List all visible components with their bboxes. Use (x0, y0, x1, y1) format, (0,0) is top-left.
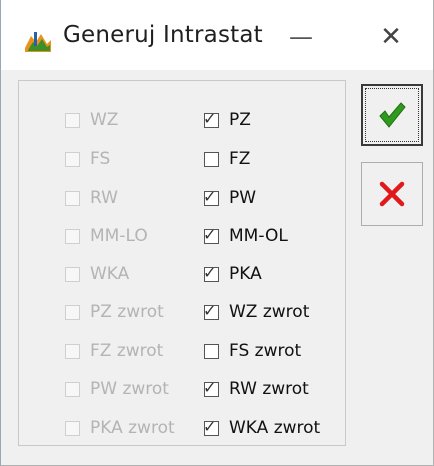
close-button[interactable]: ✕ (371, 22, 411, 52)
check-mark-icon: ✓ (203, 416, 217, 436)
check-mark-icon: ✓ (203, 377, 217, 397)
checkbox-box[interactable] (204, 343, 219, 359)
checkbox-box (65, 151, 80, 167)
minimize-button[interactable]: — (281, 22, 321, 52)
checkbox-label: FZ zwrot (90, 341, 164, 361)
checkbox-box[interactable]: ✓ (203, 187, 219, 206)
checkbox-pw-zwrot: PW zwrot (65, 377, 169, 401)
checkbox-label: FZ (229, 149, 251, 169)
checkbox-pw[interactable]: ✓ PW (203, 186, 257, 210)
checkbox-wka: WKA (65, 262, 129, 286)
checkbox-fz[interactable]: FZ (204, 147, 250, 171)
window-title: Generuj Intrastat (63, 22, 263, 48)
checkbox-label: FS zwrot (229, 341, 302, 361)
checkbox-label: PW (229, 188, 257, 208)
checkbox-label: FS (90, 149, 111, 169)
checkbox-wka-zwrot[interactable]: ✓ WKA zwrot (203, 416, 321, 440)
checkbox-label: RW zwrot (229, 379, 309, 399)
check-mark-icon: ✓ (203, 224, 217, 244)
check-mark-icon: ✓ (203, 262, 217, 282)
cancel-button[interactable] (361, 162, 423, 226)
checkbox-pka-zwrot: PKA zwrot (65, 416, 175, 440)
checkbox-box[interactable]: ✓ (203, 301, 219, 320)
checkbox-box (65, 343, 80, 359)
checkbox-box (65, 112, 80, 128)
checkbox-box[interactable]: ✓ (203, 417, 219, 436)
checkbox-box[interactable] (204, 151, 219, 167)
checkbox-label: PKA (229, 264, 262, 284)
green-checkmark-icon (379, 102, 406, 128)
check-mark-icon: ✓ (203, 108, 217, 128)
checkbox-box[interactable]: ✓ (203, 109, 219, 128)
check-mark-icon: ✓ (203, 300, 217, 320)
checkbox-label: PZ (229, 110, 251, 130)
title-bar[interactable]: Generuj Intrastat — ✕ (1, 0, 433, 70)
app-icon (25, 32, 51, 52)
checkbox-box (65, 190, 80, 206)
checkbox-box[interactable]: ✓ (203, 378, 219, 397)
red-x-icon (379, 181, 405, 207)
checkbox-wz-zwrot[interactable]: ✓ WZ zwrot (203, 300, 310, 324)
checkbox-label: MM-LO (90, 226, 148, 246)
check-mark-icon: ✓ (203, 186, 217, 206)
checkbox-pka[interactable]: ✓ PKA (203, 262, 262, 286)
checkbox-label: WKA (90, 264, 130, 284)
checkbox-box[interactable]: ✓ (203, 225, 219, 244)
checkbox-label: PKA zwrot (90, 418, 175, 438)
checkbox-box (65, 381, 80, 397)
checkbox-pz-zwrot: PZ zwrot (65, 300, 164, 324)
checkbox-box[interactable]: ✓ (203, 263, 219, 282)
checkbox-label: PW zwrot (90, 379, 169, 399)
checkbox-rw: RW (65, 186, 118, 210)
checkbox-label: PZ zwrot (90, 302, 164, 322)
checkbox-label: RW (90, 188, 118, 208)
checkbox-mm-lo: MM-LO (65, 224, 148, 248)
checkbox-fs-zwrot[interactable]: FS zwrot (204, 339, 301, 363)
checkbox-fz-zwrot: FZ zwrot (65, 339, 163, 363)
checkbox-wz: WZ (65, 108, 118, 132)
checkbox-fs: FS (65, 147, 110, 171)
ok-button[interactable] (361, 84, 423, 146)
checkbox-mm-ol[interactable]: ✓ MM-OL (203, 224, 288, 248)
checkbox-box (65, 420, 80, 436)
checkbox-label: WKA zwrot (229, 418, 321, 438)
checkbox-box (65, 266, 80, 282)
checkbox-label: MM-OL (229, 226, 288, 246)
checkbox-rw-zwrot[interactable]: ✓ RW zwrot (203, 377, 309, 401)
checkbox-label: WZ (90, 110, 119, 130)
checkbox-pz[interactable]: ✓ PZ (203, 108, 251, 132)
checkbox-label: WZ zwrot (229, 302, 310, 322)
checkbox-box (65, 304, 80, 320)
checkbox-box (65, 228, 80, 244)
dialog-window: Generuj Intrastat — ✕ WZ FS RW MM-LO WKA PZ z… (0, 0, 434, 466)
